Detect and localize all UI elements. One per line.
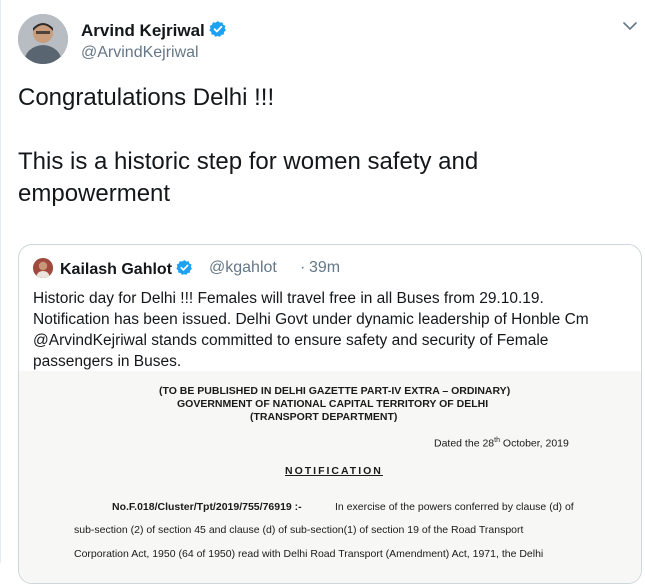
doc-notification-title: NOTIFICATION — [285, 465, 383, 477]
tweet: Arvind Kejriwal @ArvindKejriwal Congratu… — [0, 0, 645, 584]
author-handle[interactable]: @ArvindKejriwal — [81, 44, 199, 62]
quoted-author-name[interactable]: Kailash Gahlot — [60, 259, 193, 281]
doc-body-line: sub-section (2) of section 45 and clause… — [74, 524, 524, 536]
quoted-text-line: passengers in Buses. — [33, 353, 182, 370]
doc-header-3: (TRANSPORT DEPARTMENT) — [250, 411, 398, 423]
doc-body-line: In exercise of the powers conferred by c… — [335, 501, 574, 513]
doc-body-line: Corporation Act, 1950 (64 of 1950) read … — [74, 548, 544, 560]
quoted-timestamp[interactable]: 39m — [309, 259, 340, 277]
doc-date: Dated the 28th October, 2019 — [434, 437, 569, 450]
quoted-text-line: Historic day for Delhi !!! Females will … — [33, 290, 544, 307]
doc-header-1: (TO BE PUBLISHED IN DELHI GAZETTE PART-I… — [159, 385, 511, 397]
doc-reference-number: No.F.018/Cluster/Tpt/2019/755/76919 :- — [112, 501, 302, 513]
quoted-tweet[interactable]: Kailash Gahlot @kgahlot · 39m Historic d… — [18, 244, 642, 584]
verified-badge-icon — [176, 259, 193, 281]
chevron-down-icon[interactable] — [622, 18, 638, 34]
verified-badge-icon — [209, 20, 227, 43]
author-avatar[interactable] — [18, 14, 68, 64]
quoted-author-avatar[interactable] — [33, 258, 53, 278]
separator-dot: · — [300, 259, 306, 276]
doc-header-2: GOVERNMENT OF NATIONAL CAPITAL TERRITORY… — [177, 398, 489, 410]
tweet-text-line-1: Congratulations Delhi !!! — [18, 84, 275, 111]
quoted-text-line: Notification has been issued. Delhi Govt… — [33, 311, 589, 328]
quoted-author-handle[interactable]: @kgahlot — [209, 259, 277, 277]
author-name[interactable]: Arvind Kejriwal — [81, 20, 227, 43]
quoted-text-line: @ArvindKejriwal stands committed to ensu… — [33, 332, 549, 349]
attached-document-image[interactable]: (TO BE PUBLISHED IN DELHI GAZETTE PART-I… — [19, 371, 641, 583]
tweet-text-line-2: This is a historic step for women safety… — [18, 148, 479, 175]
tweet-text-line-3: empowerment — [18, 180, 171, 207]
